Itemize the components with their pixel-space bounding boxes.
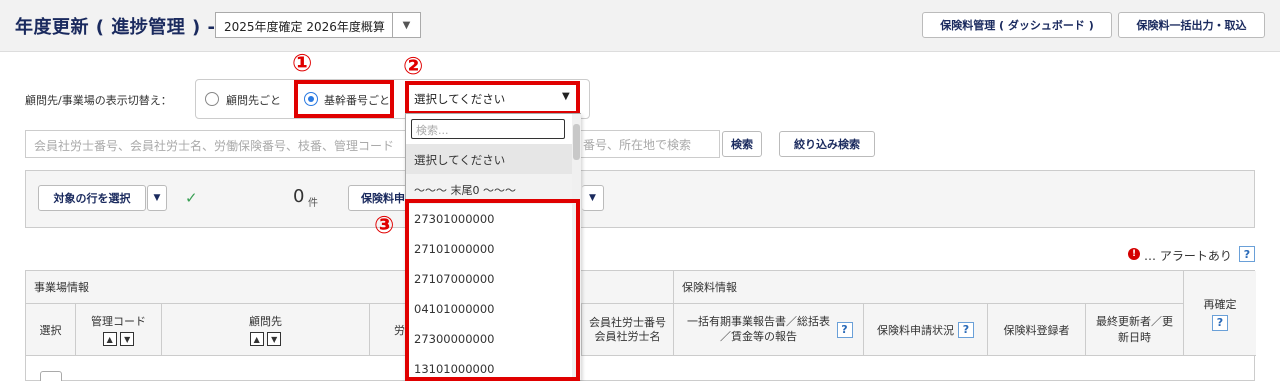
site-table: 事業場情報 保険料情報 選択 管理コード ▲ ▼ 顧問先 ▲ ▼ 労 会員社労士… (25, 270, 1256, 381)
col-report: 一括有期事業報告書／総括表／賃金等の報告 ? (674, 304, 864, 356)
check-icon: ✓ (185, 189, 198, 207)
annotation-number-2: ② (403, 52, 424, 80)
sort-up-icon[interactable]: ▲ (102, 332, 117, 347)
radio-client-label: 顧問先ごと (226, 94, 281, 107)
col-updated: 最終更新者／更新日時 (1086, 304, 1184, 356)
bulk-export-button[interactable]: 保険料一括出力・取込 (1118, 12, 1265, 38)
insurance-chevron-icon[interactable]: ▼ (582, 185, 604, 211)
page-title: 年度更新 ( 進捗管理 ) - (15, 17, 216, 38)
sort-up-icon[interactable]: ▲ (249, 332, 264, 347)
search-input-tail: 番号、所在地で検索 (583, 138, 692, 152)
dropdown-item[interactable]: 選択してください (406, 144, 572, 174)
help-icon[interactable]: ? (1212, 314, 1228, 331)
radio-client[interactable] (205, 92, 219, 106)
action-panel (25, 170, 1255, 228)
col-member: 会員社労士番号 会員社労士名 (582, 304, 674, 356)
row-checkbox[interactable] (40, 371, 62, 381)
select-rows-button[interactable]: 対象の行を選択 (38, 185, 146, 211)
help-icon[interactable]: ? (1239, 246, 1255, 262)
sort-down-icon[interactable]: ▼ (267, 332, 282, 347)
annotation-number-3: ③ (374, 211, 395, 239)
selected-count-unit: 件 (308, 198, 318, 209)
sort-down-icon[interactable]: ▼ (120, 332, 135, 347)
col-code: 管理コード ▲ ▼ (76, 304, 162, 356)
alert-legend: … アラートあり (1144, 249, 1232, 263)
annotation-box-2 (405, 81, 580, 115)
year-select-chevron-icon[interactable]: ▼ (393, 12, 421, 38)
help-icon[interactable]: ? (958, 321, 974, 338)
col-status: 保険料申請状況 ? (864, 304, 988, 356)
dropdown-search-input[interactable]: 検索... (411, 119, 565, 139)
group-insurance-info: 保険料情報 (674, 271, 1184, 304)
annotation-box-3 (405, 199, 580, 381)
selected-count: 0 (293, 186, 305, 207)
annotation-box-1 (294, 80, 394, 118)
dashboard-button[interactable]: 保険料管理 ( ダッシュボード ) (922, 12, 1112, 38)
select-rows-chevron-icon[interactable]: ▼ (147, 185, 167, 211)
alert-icon: ! (1128, 248, 1140, 260)
col-registrant: 保険料登録者 (988, 304, 1086, 356)
toggle-label: 顧問先/事業場の表示切替え： (25, 94, 172, 107)
col-select: 選択 (26, 304, 76, 356)
search-button[interactable]: 検索 (722, 131, 762, 157)
annotation-number-1: ① (292, 49, 313, 77)
insurance-button[interactable]: 保険料申 (348, 185, 408, 211)
col-client: 顧問先 ▲ ▼ (162, 304, 370, 356)
col-reconfirm: 再確定 ? (1184, 271, 1256, 356)
filter-search-button[interactable]: 絞り込み検索 (779, 131, 875, 157)
dropdown-scrollbar-thumb[interactable] (573, 124, 580, 160)
help-icon[interactable]: ? (836, 321, 853, 338)
year-select[interactable]: 2025年度確定 2026年度概算 (215, 12, 393, 38)
